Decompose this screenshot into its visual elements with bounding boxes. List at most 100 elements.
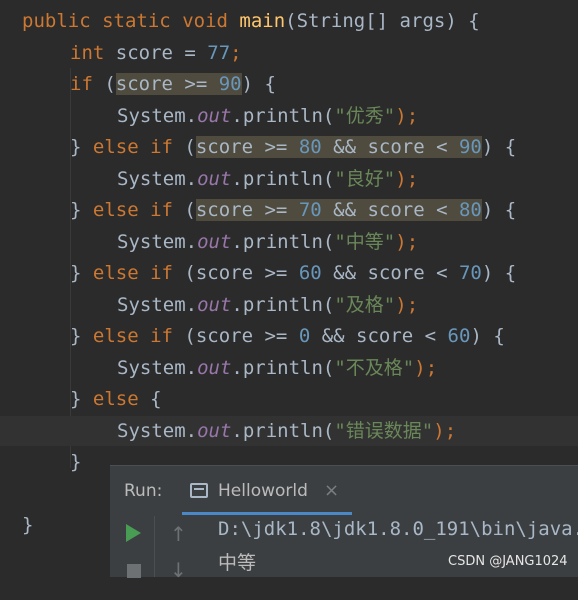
code-line-7[interactable]: } else if (score >= 70 && score < 80) {	[0, 195, 578, 225]
code-text: }	[70, 136, 93, 158]
code-text: .println(	[231, 231, 335, 253]
code-text: }	[70, 388, 93, 410]
run-header: Run: Helloworld ×	[110, 466, 578, 516]
string-literal: "良好"	[334, 168, 396, 190]
field-name: out	[197, 294, 232, 316]
run-icon[interactable]	[126, 524, 141, 542]
code-text: (String[] args) {	[285, 10, 480, 32]
field-name: out	[197, 231, 232, 253]
code-text: );	[395, 105, 419, 127]
method-name: main	[239, 10, 286, 32]
string-literal: "不及格"	[334, 357, 415, 379]
code-line-10[interactable]: System.out.println("及格");	[0, 290, 578, 320]
code-text: (	[172, 199, 196, 221]
close-icon[interactable]: ×	[324, 480, 339, 501]
code-text: score >=	[195, 325, 299, 347]
code-line-13[interactable]: } else {	[0, 384, 578, 414]
tab-active-indicator	[182, 512, 352, 515]
keyword: int	[70, 42, 105, 64]
number-literal: 77	[207, 42, 231, 64]
number-literal: 60	[298, 262, 322, 284]
up-arrow-icon[interactable]: ↑	[170, 522, 187, 546]
code-text: (	[92, 73, 116, 95]
code-text: }	[22, 514, 34, 536]
number-literal: 90	[218, 73, 242, 95]
highlighted-code: score >=	[115, 73, 219, 95]
number-literal: 90	[458, 136, 482, 158]
code-text: (	[172, 262, 196, 284]
code-text: System.	[117, 231, 198, 253]
code-text: && score <	[321, 262, 459, 284]
field-name: out	[197, 420, 232, 442]
number-literal: 70	[458, 262, 482, 284]
code-text: .println(	[231, 105, 335, 127]
toolbar-divider	[154, 516, 155, 577]
code-line-5[interactable]: } else if (score >= 80 && score < 90) {	[0, 132, 578, 162]
highlighted-code: score >=	[195, 199, 299, 221]
number-literal: 0	[298, 325, 311, 347]
keyword: else if	[92, 325, 173, 347]
run-toolbar: ↑ ↓	[110, 516, 200, 582]
console-icon	[190, 483, 208, 498]
field-name: out	[197, 105, 232, 127]
highlighted-code: && score <	[321, 136, 459, 158]
code-text: .println(	[231, 168, 335, 190]
code-text: score =	[104, 42, 208, 64]
code-line-12[interactable]: System.out.println("不及格");	[0, 353, 578, 383]
code-text: );	[395, 168, 419, 190]
code-line-2[interactable]: int score = 77;	[0, 38, 578, 68]
semicolon: ;	[230, 42, 242, 64]
number-literal: 80	[458, 199, 482, 221]
code-text: {	[138, 388, 162, 410]
code-text: (	[172, 136, 196, 158]
code-line-4[interactable]: System.out.println("优秀");	[0, 101, 578, 131]
code-text: );	[395, 231, 419, 253]
highlighted-code: && score <	[321, 199, 459, 221]
tab-helloworld[interactable]: Helloworld ×	[182, 472, 352, 515]
code-text: );	[433, 420, 457, 442]
code-line-14-current[interactable]: System.out.println("错误数据");	[0, 416, 578, 446]
code-text: .println(	[231, 357, 335, 379]
string-literal: "及格"	[334, 294, 396, 316]
code-line-9[interactable]: } else if (score >= 60 && score < 70) {	[0, 258, 578, 288]
code-text: ) {	[470, 325, 505, 347]
keyword: void	[182, 10, 228, 32]
tab-title: Helloworld	[218, 481, 308, 501]
down-arrow-icon[interactable]: ↓	[170, 558, 187, 582]
code-text: System.	[117, 357, 198, 379]
string-literal: "中等"	[334, 231, 396, 253]
code-text: ) {	[481, 199, 517, 221]
string-literal: "优秀"	[334, 105, 396, 127]
code-text: );	[414, 357, 438, 379]
string-literal: "错误数据"	[334, 420, 434, 442]
keyword: public	[22, 10, 91, 32]
keyword: else if	[92, 199, 173, 221]
code-text: System.	[117, 105, 198, 127]
code-text: System.	[117, 294, 198, 316]
keyword: else	[92, 388, 139, 410]
code-line-1[interactable]: public static void main(String[] args) {	[0, 6, 578, 36]
code-text: System.	[117, 420, 198, 442]
number-literal: 80	[298, 136, 322, 158]
number-literal: 70	[298, 199, 322, 221]
code-line-8[interactable]: System.out.println("中等");	[0, 227, 578, 257]
code-text: (	[172, 325, 196, 347]
code-line-3[interactable]: if (score >= 90) {	[0, 69, 578, 99]
code-text: ) {	[481, 262, 517, 284]
keyword: else if	[92, 136, 173, 158]
code-line-6[interactable]: System.out.println("良好");	[0, 164, 578, 194]
code-line-11[interactable]: } else if (score >= 0 && score < 60) {	[0, 321, 578, 351]
keyword: else if	[92, 262, 173, 284]
watermark: CSDN @JANG1024	[448, 554, 568, 569]
run-tool-window: Run: Helloworld × ↑ ↓ D:\jdk1.8\jdk1.8.0…	[110, 465, 578, 582]
field-name: out	[197, 357, 232, 379]
code-text: ) {	[481, 136, 517, 158]
keyword: static	[102, 10, 171, 32]
run-label: Run:	[124, 481, 163, 501]
field-name: out	[197, 168, 232, 190]
highlighted-code: score >=	[195, 136, 299, 158]
code-text: .println(	[231, 420, 335, 442]
code-text: score >=	[195, 262, 299, 284]
keyword: if	[70, 73, 93, 95]
code-text: ) {	[241, 73, 276, 95]
